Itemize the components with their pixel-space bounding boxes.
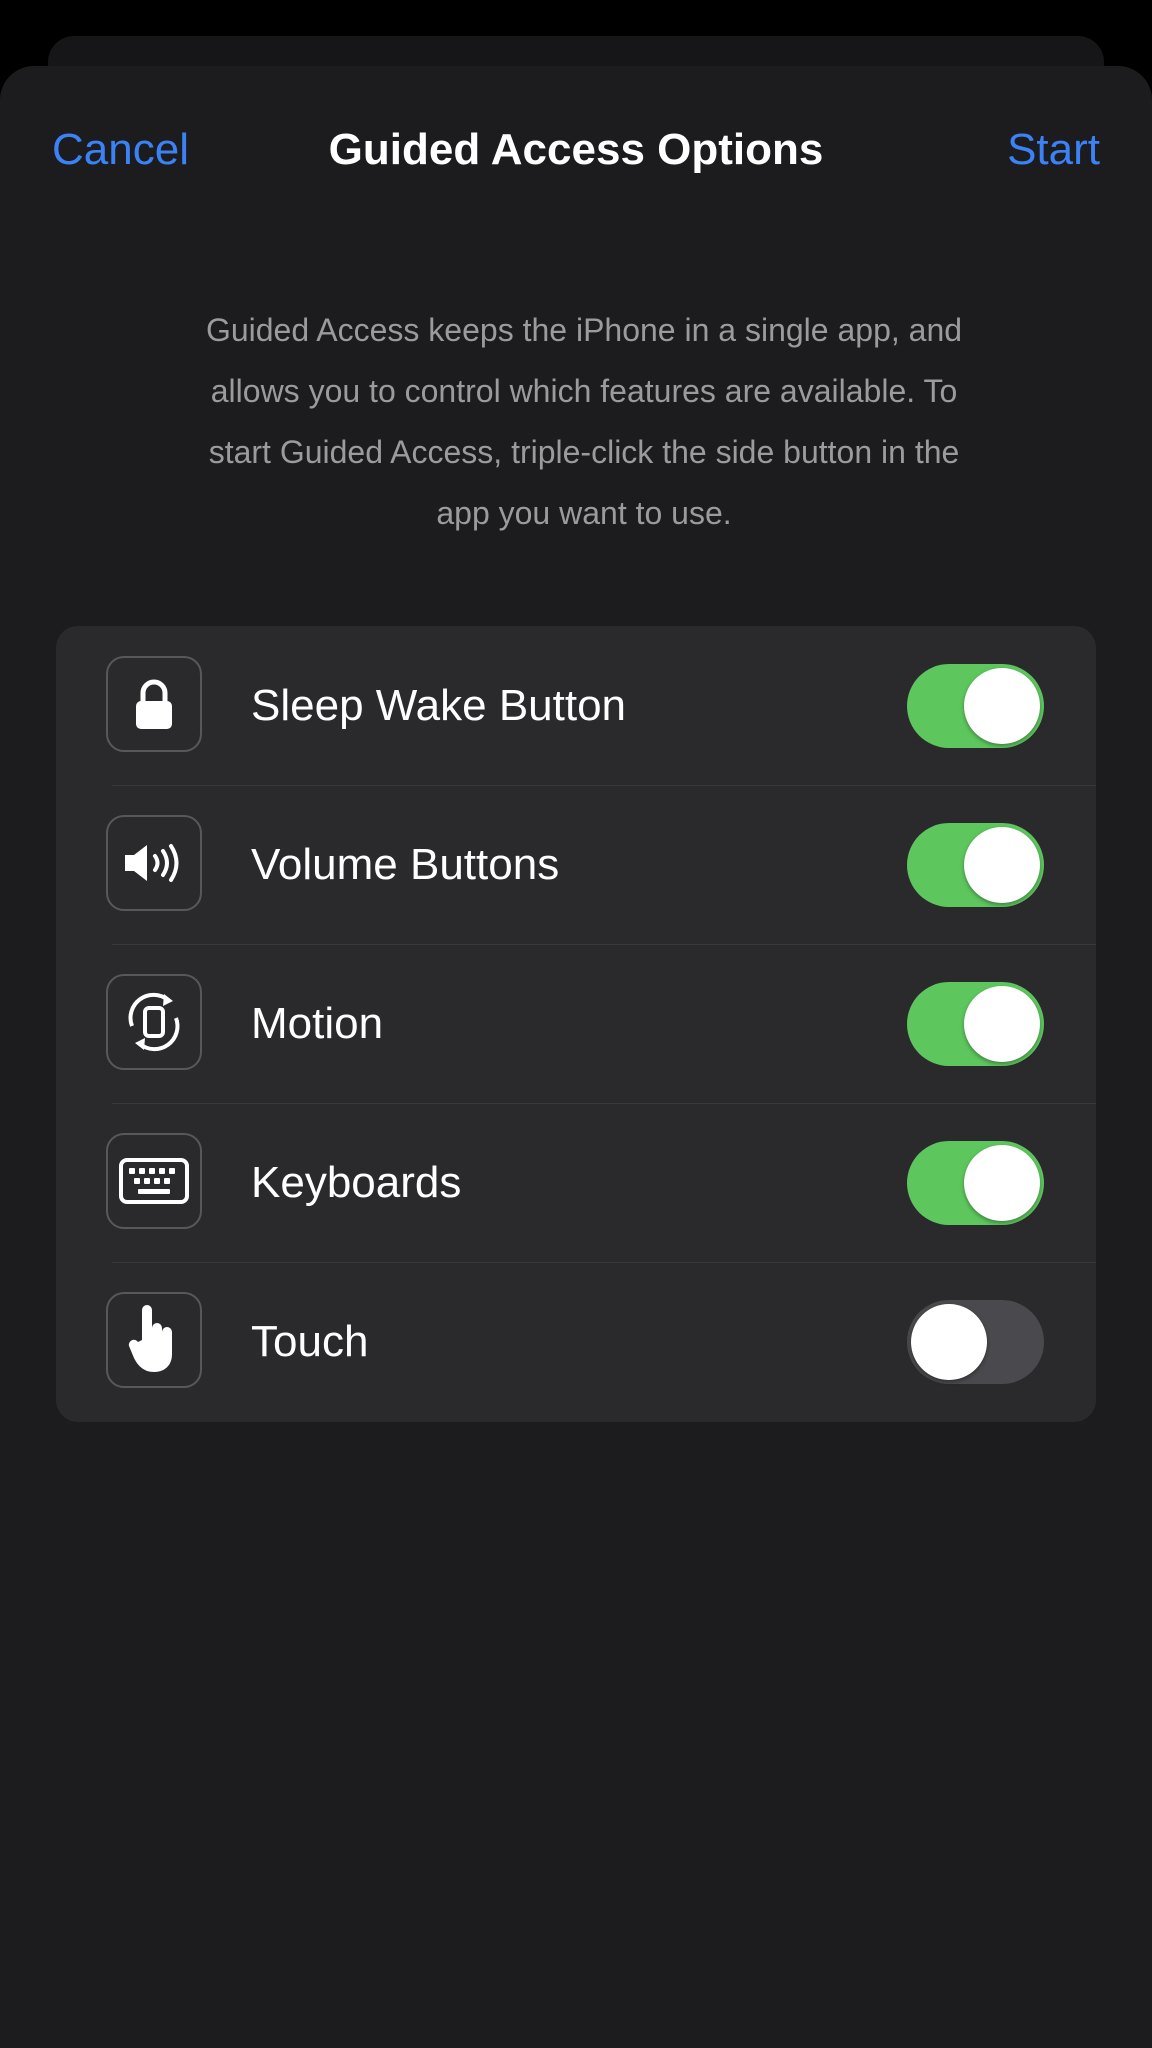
option-label-keyboards: Keyboards [251,1158,462,1207]
option-row-keyboards: Keyboards [56,1103,1096,1262]
toggle-knob [964,827,1040,903]
cancel-button[interactable]: Cancel [52,128,189,172]
touch-toggle[interactable] [907,1300,1044,1384]
lock-icon [106,656,202,752]
option-row-motion: Motion [56,944,1096,1103]
navigation-bar: Cancel Guided Access Options Start [0,66,1152,242]
screen: Cancel Guided Access Options Start Guide… [0,0,1152,2048]
toggle-knob [911,1304,987,1380]
option-label-sleep-wake: Sleep Wake Button [251,681,627,730]
speaker-icon [106,815,202,911]
volume-buttons-toggle[interactable] [907,823,1044,907]
rotation-icon [106,974,202,1070]
option-row-volume: Volume Buttons [56,785,1096,944]
options-group: Sleep Wake Button Volume Buttons Motion … [56,626,1096,1422]
motion-toggle[interactable] [907,982,1044,1066]
description-text: Guided Access keeps the iPhone in a sing… [205,312,963,531]
toggle-knob [964,668,1040,744]
option-label-touch: Touch [251,1317,369,1366]
sleep-wake-toggle[interactable] [907,664,1044,748]
toggle-knob [964,986,1040,1062]
option-row-touch: Touch [56,1262,1096,1421]
start-button[interactable]: Start [1007,128,1100,172]
option-label-motion: Motion [251,999,384,1048]
keyboard-icon [106,1133,202,1229]
option-label-volume: Volume Buttons [251,840,560,889]
guided-access-sheet: Cancel Guided Access Options Start Guide… [0,66,1152,2048]
option-row-sleep-wake: Sleep Wake Button [56,626,1096,785]
keyboards-toggle[interactable] [907,1141,1044,1225]
hand-pointer-icon [106,1292,202,1388]
toggle-knob [964,1145,1040,1221]
